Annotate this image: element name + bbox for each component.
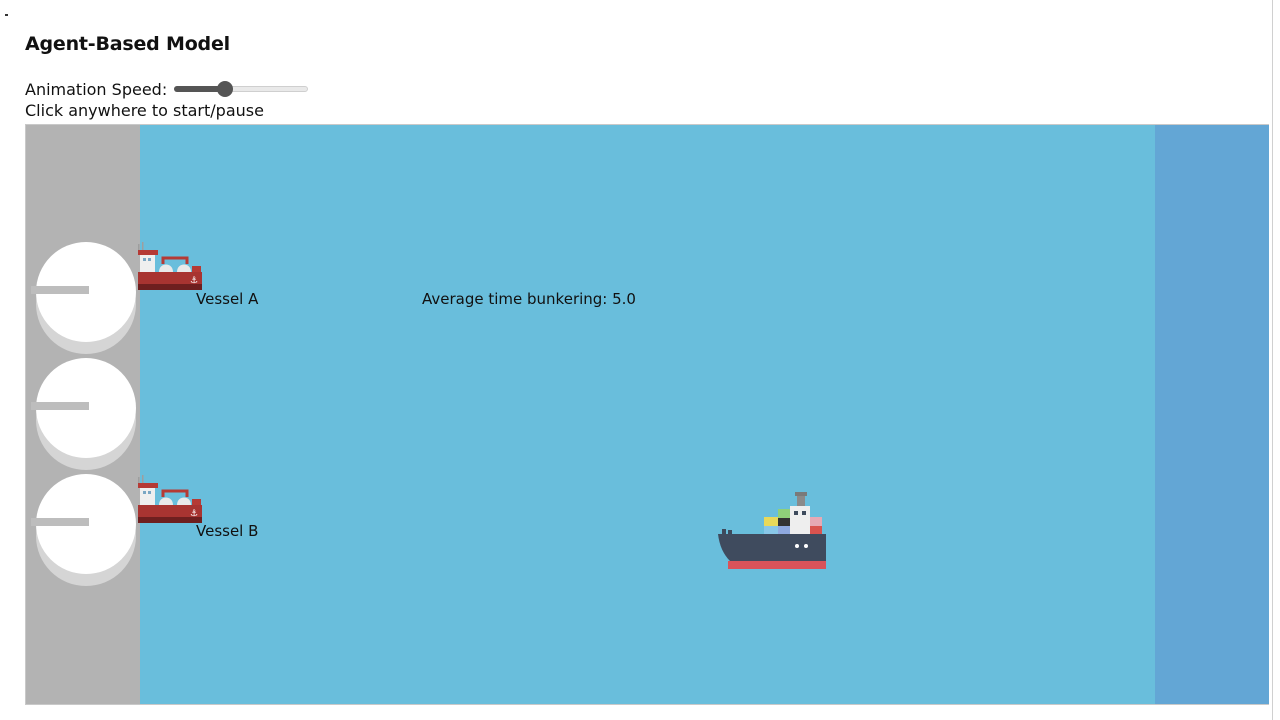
storage-tank xyxy=(36,358,136,470)
page-title: Agent-Based Model xyxy=(25,33,230,55)
simulation-canvas[interactable]: ⚓ Vessel A ⚓ Vessel B Average time bunke… xyxy=(25,124,1269,705)
speed-slider[interactable] xyxy=(174,81,309,97)
deep-water-zone xyxy=(1155,125,1269,704)
average-bunkering-time: Average time bunkering: 5.0 xyxy=(422,290,636,308)
slider-thumb[interactable] xyxy=(216,81,233,97)
fuel-pipe xyxy=(31,402,89,410)
corner-mark xyxy=(5,14,8,16)
fuel-pipe xyxy=(31,286,89,294)
speed-label: Animation Speed: xyxy=(25,79,168,99)
vessel-label: Vessel B xyxy=(196,522,259,540)
bunker-vessel-icon[interactable]: ⚓ xyxy=(137,240,205,300)
bunker-vessel-icon[interactable]: ⚓ xyxy=(137,473,205,533)
container-ship-icon[interactable] xyxy=(716,489,828,571)
page: Agent-Based Model Animation Speed: Click… xyxy=(0,0,1280,720)
fuel-pipe xyxy=(31,518,89,526)
storage-tank xyxy=(36,242,136,354)
speed-control: Animation Speed: xyxy=(25,78,309,100)
page-divider xyxy=(1272,0,1273,720)
storage-tank xyxy=(36,474,136,586)
vessel-label: Vessel A xyxy=(196,290,259,308)
start-pause-hint: Click anywhere to start/pause xyxy=(25,101,264,120)
svg-text:⚓: ⚓ xyxy=(190,509,198,519)
svg-text:⚓: ⚓ xyxy=(190,276,198,286)
